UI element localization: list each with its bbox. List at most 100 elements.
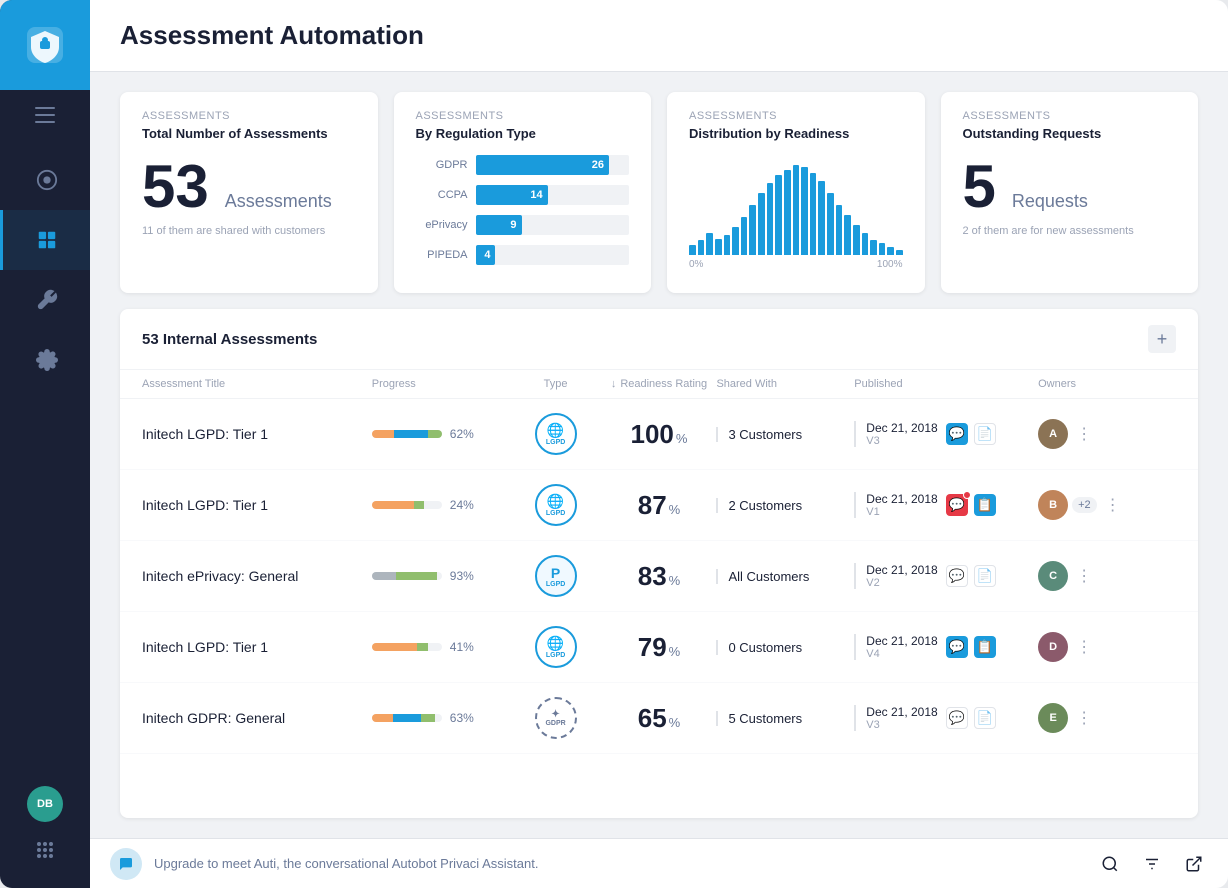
outstanding-unit: Requests — [1012, 191, 1088, 212]
table-row: Initech LGPD: Tier 1 24% 🌐 LGPD — [120, 470, 1198, 541]
stat-title-bytype: By Regulation Type — [416, 126, 630, 141]
stat-label-total: Assessments — [142, 110, 356, 122]
progress-cell: 93% — [372, 569, 510, 583]
row-title: Initech LGPD: Tier 1 — [142, 426, 372, 442]
published-cell: Dec 21, 2018 V3 💬 📄 — [854, 421, 1038, 447]
external-link-icon[interactable] — [1180, 850, 1208, 878]
sidebar-bottom: DB — [27, 786, 63, 888]
menu-toggle[interactable] — [0, 90, 90, 140]
total-unit: Assessments — [225, 191, 332, 212]
type-badge-lgpd: 🌐 LGPD — [535, 626, 577, 668]
readiness-cell: 87 % — [602, 490, 717, 521]
stat-card-bytype: Assessments By Regulation Type GDPR 26 C… — [394, 92, 652, 293]
type-badge-gdpr: ✦ GDPR — [535, 697, 577, 739]
main-content: Assessment Automation Assessments Total … — [90, 0, 1228, 888]
more-options-button[interactable]: ⋮ — [1072, 564, 1096, 588]
chat-outline-icon[interactable]: 💬 — [946, 565, 968, 587]
page-title: Assessment Automation — [120, 20, 1198, 51]
doc-blue-icon[interactable]: 📋 — [974, 494, 996, 516]
row-title: Initech GDPR: General — [142, 710, 372, 726]
doc-outline-icon[interactable]: 📄 — [974, 565, 996, 587]
published-cell: Dec 21, 2018 V2 💬 📄 — [854, 563, 1038, 589]
chat-icon[interactable]: 💬 — [946, 423, 968, 445]
sidebar-nav — [0, 140, 90, 786]
more-options-button[interactable]: ⋮ — [1072, 706, 1096, 730]
stat-card-outstanding: Assessments Outstanding Requests 5 Reque… — [941, 92, 1199, 293]
shared-cell: 0 Customers — [716, 640, 854, 655]
type-badge-lgpd: 🌐 LGPD — [535, 484, 577, 526]
bottom-chat-text: Upgrade to meet Auti, the conversational… — [154, 856, 1084, 871]
stat-card-dist: Assessments Distribution by Readiness — [667, 92, 925, 293]
table-header: 53 Internal Assessments + — [120, 309, 1198, 370]
assessments-table: 53 Internal Assessments + Assessment Tit… — [120, 309, 1198, 818]
type-badge-lgpd: 🌐 LGPD — [535, 413, 577, 455]
type-cell: P LGPD — [510, 555, 602, 597]
table-row: Initech LGPD: Tier 1 41% 🌐 LGPD — [120, 612, 1198, 683]
col-header-readiness: ↓ Readiness Rating — [602, 378, 717, 390]
more-options-button[interactable]: ⋮ — [1072, 422, 1096, 446]
col-header-title: Assessment Title — [142, 378, 372, 390]
total-number: 53 — [142, 157, 209, 217]
stat-label-dist: Assessments — [689, 110, 903, 122]
table-column-headers: Assessment Title Progress Type ↓ Readine… — [120, 370, 1198, 399]
sidebar-item-wrench[interactable] — [0, 270, 90, 330]
page-header: Assessment Automation — [90, 0, 1228, 72]
chat-blue-icon[interactable]: 💬 — [946, 636, 968, 658]
col-header-progress: Progress — [372, 378, 510, 390]
stat-label-bytype: Assessments — [416, 110, 630, 122]
app-logo[interactable] — [0, 0, 90, 90]
table-title: 53 Internal Assessments — [142, 331, 317, 348]
stat-title-dist: Distribution by Readiness — [689, 126, 903, 141]
stat-title-outstanding: Outstanding Requests — [963, 126, 1177, 141]
progress-cell: 41% — [372, 640, 510, 654]
shared-cell: 3 Customers — [716, 427, 854, 442]
sidebar-item-radio[interactable] — [0, 150, 90, 210]
more-options-button[interactable]: ⋮ — [1072, 635, 1096, 659]
table-body: Initech LGPD: Tier 1 62% 🌐 LGPD — [120, 399, 1198, 818]
bar-chart: GDPR 26 CCPA 14 ePrivacy — [416, 155, 630, 265]
sidebar: DB — [0, 0, 90, 888]
published-cell: Dec 21, 2018 V3 💬 📄 — [854, 705, 1038, 731]
progress-cell: 62% — [372, 427, 510, 441]
app-grid-icon[interactable] — [27, 832, 63, 868]
stat-card-total: Assessments Total Number of Assessments … — [120, 92, 378, 293]
published-cell: Dec 21, 2018 V4 💬 📋 — [854, 634, 1038, 660]
filter-icon[interactable] — [1138, 850, 1166, 878]
type-cell: 🌐 LGPD — [510, 484, 602, 526]
stat-label-outstanding: Assessments — [963, 110, 1177, 122]
doc-blue2-icon[interactable]: 📋 — [974, 636, 996, 658]
type-cell: 🌐 LGPD — [510, 413, 602, 455]
user-avatar[interactable]: DB — [27, 786, 63, 822]
outstanding-number: 5 — [963, 157, 996, 217]
stats-row: Assessments Total Number of Assessments … — [90, 72, 1228, 309]
bottom-action-icons — [1096, 850, 1208, 878]
chat-outline-icon[interactable]: 💬 — [946, 707, 968, 729]
owners-cell: E ⋮ — [1038, 703, 1176, 733]
table-row: Initech GDPR: General 63% ✦ GDPR — [120, 683, 1198, 754]
type-cell: ✦ GDPR — [510, 697, 602, 739]
doc-outline-icon[interactable]: 📄 — [974, 707, 996, 729]
search-icon[interactable] — [1096, 850, 1124, 878]
alert-chat-icon[interactable]: 💬 — [946, 494, 968, 516]
readiness-cell: 79 % — [602, 632, 717, 663]
row-title: Initech LGPD: Tier 1 — [142, 639, 372, 655]
outstanding-sub: 2 of them are for new assessments — [963, 225, 1177, 237]
progress-cell: 63% — [372, 711, 510, 725]
type-badge-eprivacy: P LGPD — [535, 555, 577, 597]
shared-cell: 5 Customers — [716, 711, 854, 726]
sidebar-item-grid[interactable] — [0, 210, 90, 270]
total-sub: 11 of them are shared with customers — [142, 225, 356, 237]
owners-cell: D ⋮ — [1038, 632, 1176, 662]
col-header-owners: Owners — [1038, 378, 1176, 390]
row-title: Initech LGPD: Tier 1 — [142, 497, 372, 513]
chart-axis: 0% 100% — [689, 259, 903, 270]
doc-icon[interactable]: 📄 — [974, 423, 996, 445]
readiness-cell: 83 % — [602, 561, 717, 592]
add-assessment-button[interactable]: + — [1148, 325, 1176, 353]
shared-cell: All Customers — [716, 569, 854, 584]
chat-bubble-icon — [110, 848, 142, 880]
sidebar-item-settings[interactable] — [0, 330, 90, 390]
owners-cell: B +2 ⋮ — [1038, 490, 1176, 520]
more-options-button[interactable]: ⋮ — [1101, 493, 1125, 517]
table-row: Initech LGPD: Tier 1 62% 🌐 LGPD — [120, 399, 1198, 470]
